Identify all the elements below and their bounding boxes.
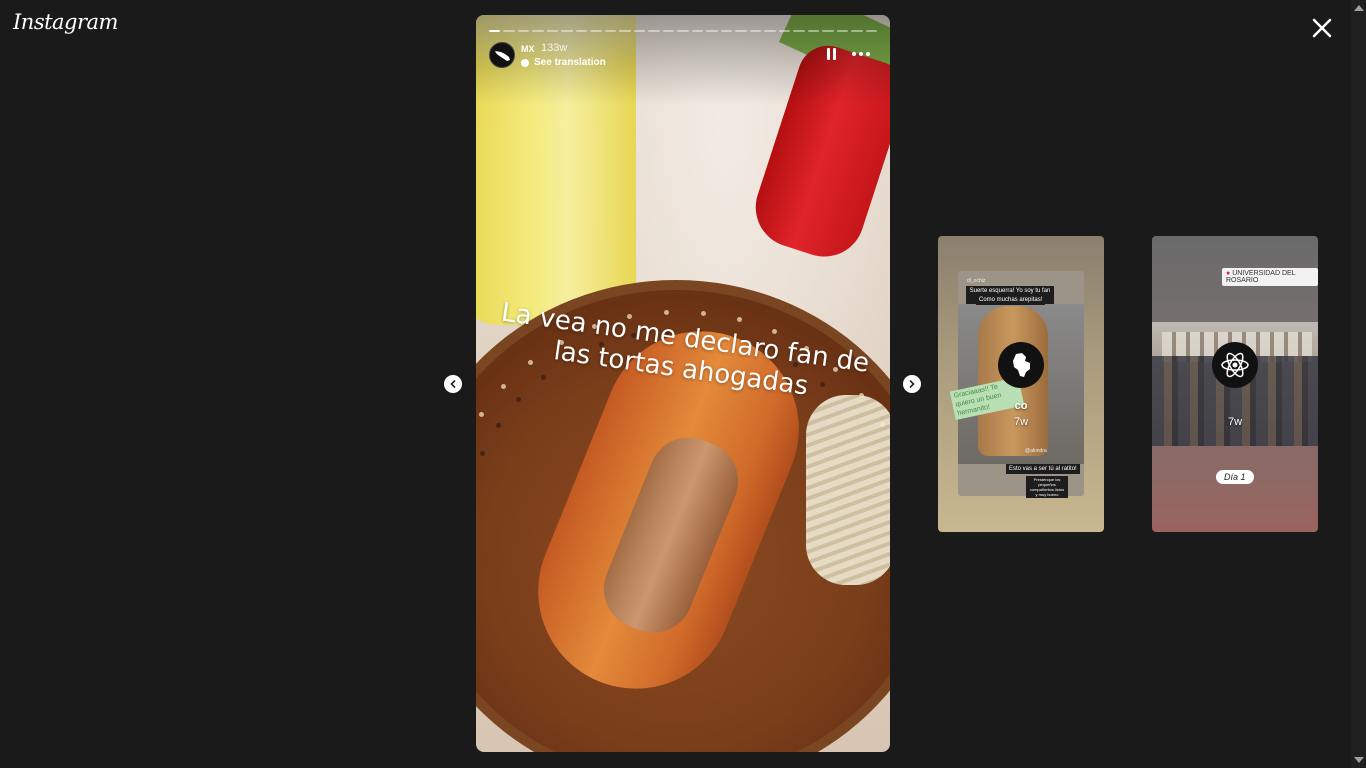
chevron-right-icon bbox=[909, 380, 915, 388]
progress-segment bbox=[575, 30, 588, 32]
progress-segment bbox=[793, 30, 805, 32]
story-preview-card[interactable]: ● UNIVERSIDAD DEL ROSARIO 7w Día 1 bbox=[1152, 236, 1318, 532]
preview-mention: @alondra bbox=[1025, 448, 1047, 454]
atom-icon bbox=[1221, 352, 1249, 378]
progress-segment bbox=[590, 30, 602, 32]
plate-dot bbox=[540, 374, 546, 380]
progress-segment bbox=[648, 30, 660, 32]
preview-header-text: dl_ochiz bbox=[967, 278, 986, 284]
preview-username: co bbox=[1014, 400, 1028, 412]
preview-text-2: Como muchas arepitas! bbox=[976, 295, 1046, 305]
progress-segment bbox=[633, 30, 646, 32]
progress-segment bbox=[822, 30, 834, 32]
pause-button[interactable] bbox=[827, 48, 837, 62]
plate-dot bbox=[479, 451, 485, 457]
location-pin-icon: ● bbox=[1226, 270, 1231, 277]
story-username[interactable]: MX bbox=[521, 44, 535, 54]
progress-segment bbox=[720, 30, 733, 32]
progress-segment bbox=[691, 30, 704, 32]
progress-segment bbox=[778, 30, 791, 32]
progress-segment bbox=[735, 30, 747, 32]
chevron-left-icon bbox=[450, 380, 456, 388]
progress-segment bbox=[489, 30, 501, 32]
preview-small-caption: Prestenque los pequeños compañeritos lis… bbox=[1026, 476, 1068, 498]
location-label: UNIVERSIDAD DEL ROSARIO bbox=[1226, 270, 1296, 284]
progress-segment bbox=[677, 30, 689, 32]
progress-segment bbox=[851, 30, 863, 32]
scroll-down-arrow-icon[interactable] bbox=[1354, 757, 1364, 763]
close-button[interactable] bbox=[1309, 15, 1337, 43]
progress-segment bbox=[546, 30, 559, 32]
page-scrollbar[interactable] bbox=[1351, 0, 1366, 768]
preview-avatar bbox=[998, 342, 1044, 388]
plate-dot bbox=[771, 328, 777, 334]
story-preview-card[interactable]: dl_ochiz Suerte esquerra! Yo soy tu fan … bbox=[938, 236, 1104, 532]
progress-segment bbox=[807, 30, 820, 32]
onion-image bbox=[806, 395, 890, 585]
preview-age: 7w bbox=[1013, 416, 1029, 428]
progress-segment bbox=[517, 30, 530, 32]
pause-icon bbox=[827, 48, 830, 60]
progress-segment bbox=[706, 30, 718, 32]
next-story-button[interactable] bbox=[903, 375, 921, 393]
progress-segment bbox=[764, 30, 776, 32]
story-age: 133w bbox=[541, 42, 568, 54]
progress-segment bbox=[749, 30, 762, 32]
plate-dot bbox=[736, 317, 742, 323]
instagram-logo[interactable]: Instagram bbox=[13, 10, 118, 34]
more-icon bbox=[852, 52, 856, 56]
plate-dot bbox=[495, 422, 501, 428]
plate-dot bbox=[700, 310, 706, 316]
progress-segment bbox=[532, 30, 544, 32]
close-icon bbox=[1312, 18, 1332, 38]
scroll-up-arrow-icon[interactable] bbox=[1354, 5, 1364, 11]
see-translation-button[interactable]: See translation bbox=[521, 57, 606, 68]
preview-age: 7w bbox=[1227, 416, 1243, 428]
previous-story-button[interactable] bbox=[444, 375, 462, 393]
preview-caption: Esto vas a ser tú al ratito! bbox=[1006, 464, 1080, 474]
progress-segment bbox=[662, 30, 675, 32]
progress-segment bbox=[836, 30, 849, 32]
globe-icon bbox=[521, 58, 529, 67]
progress-segment bbox=[619, 30, 631, 32]
progress-segment bbox=[865, 30, 878, 32]
colombia-map-icon bbox=[1013, 353, 1030, 377]
preview-avatar bbox=[1212, 342, 1258, 388]
see-translation-label: See translation bbox=[534, 57, 606, 68]
more-options-button[interactable] bbox=[852, 48, 870, 60]
progress-segment bbox=[503, 30, 515, 32]
progress-segment bbox=[561, 30, 573, 32]
story-viewer[interactable]: La vea no me declaro fan de las tortas a… bbox=[476, 15, 890, 752]
story-progress-bar bbox=[489, 30, 878, 32]
story-avatar[interactable] bbox=[489, 42, 515, 68]
plate-dot bbox=[663, 309, 669, 315]
progress-segment bbox=[604, 30, 617, 32]
day-tag: Día 1 bbox=[1216, 470, 1254, 484]
location-tag: ● UNIVERSIDAD DEL ROSARIO bbox=[1222, 268, 1318, 286]
